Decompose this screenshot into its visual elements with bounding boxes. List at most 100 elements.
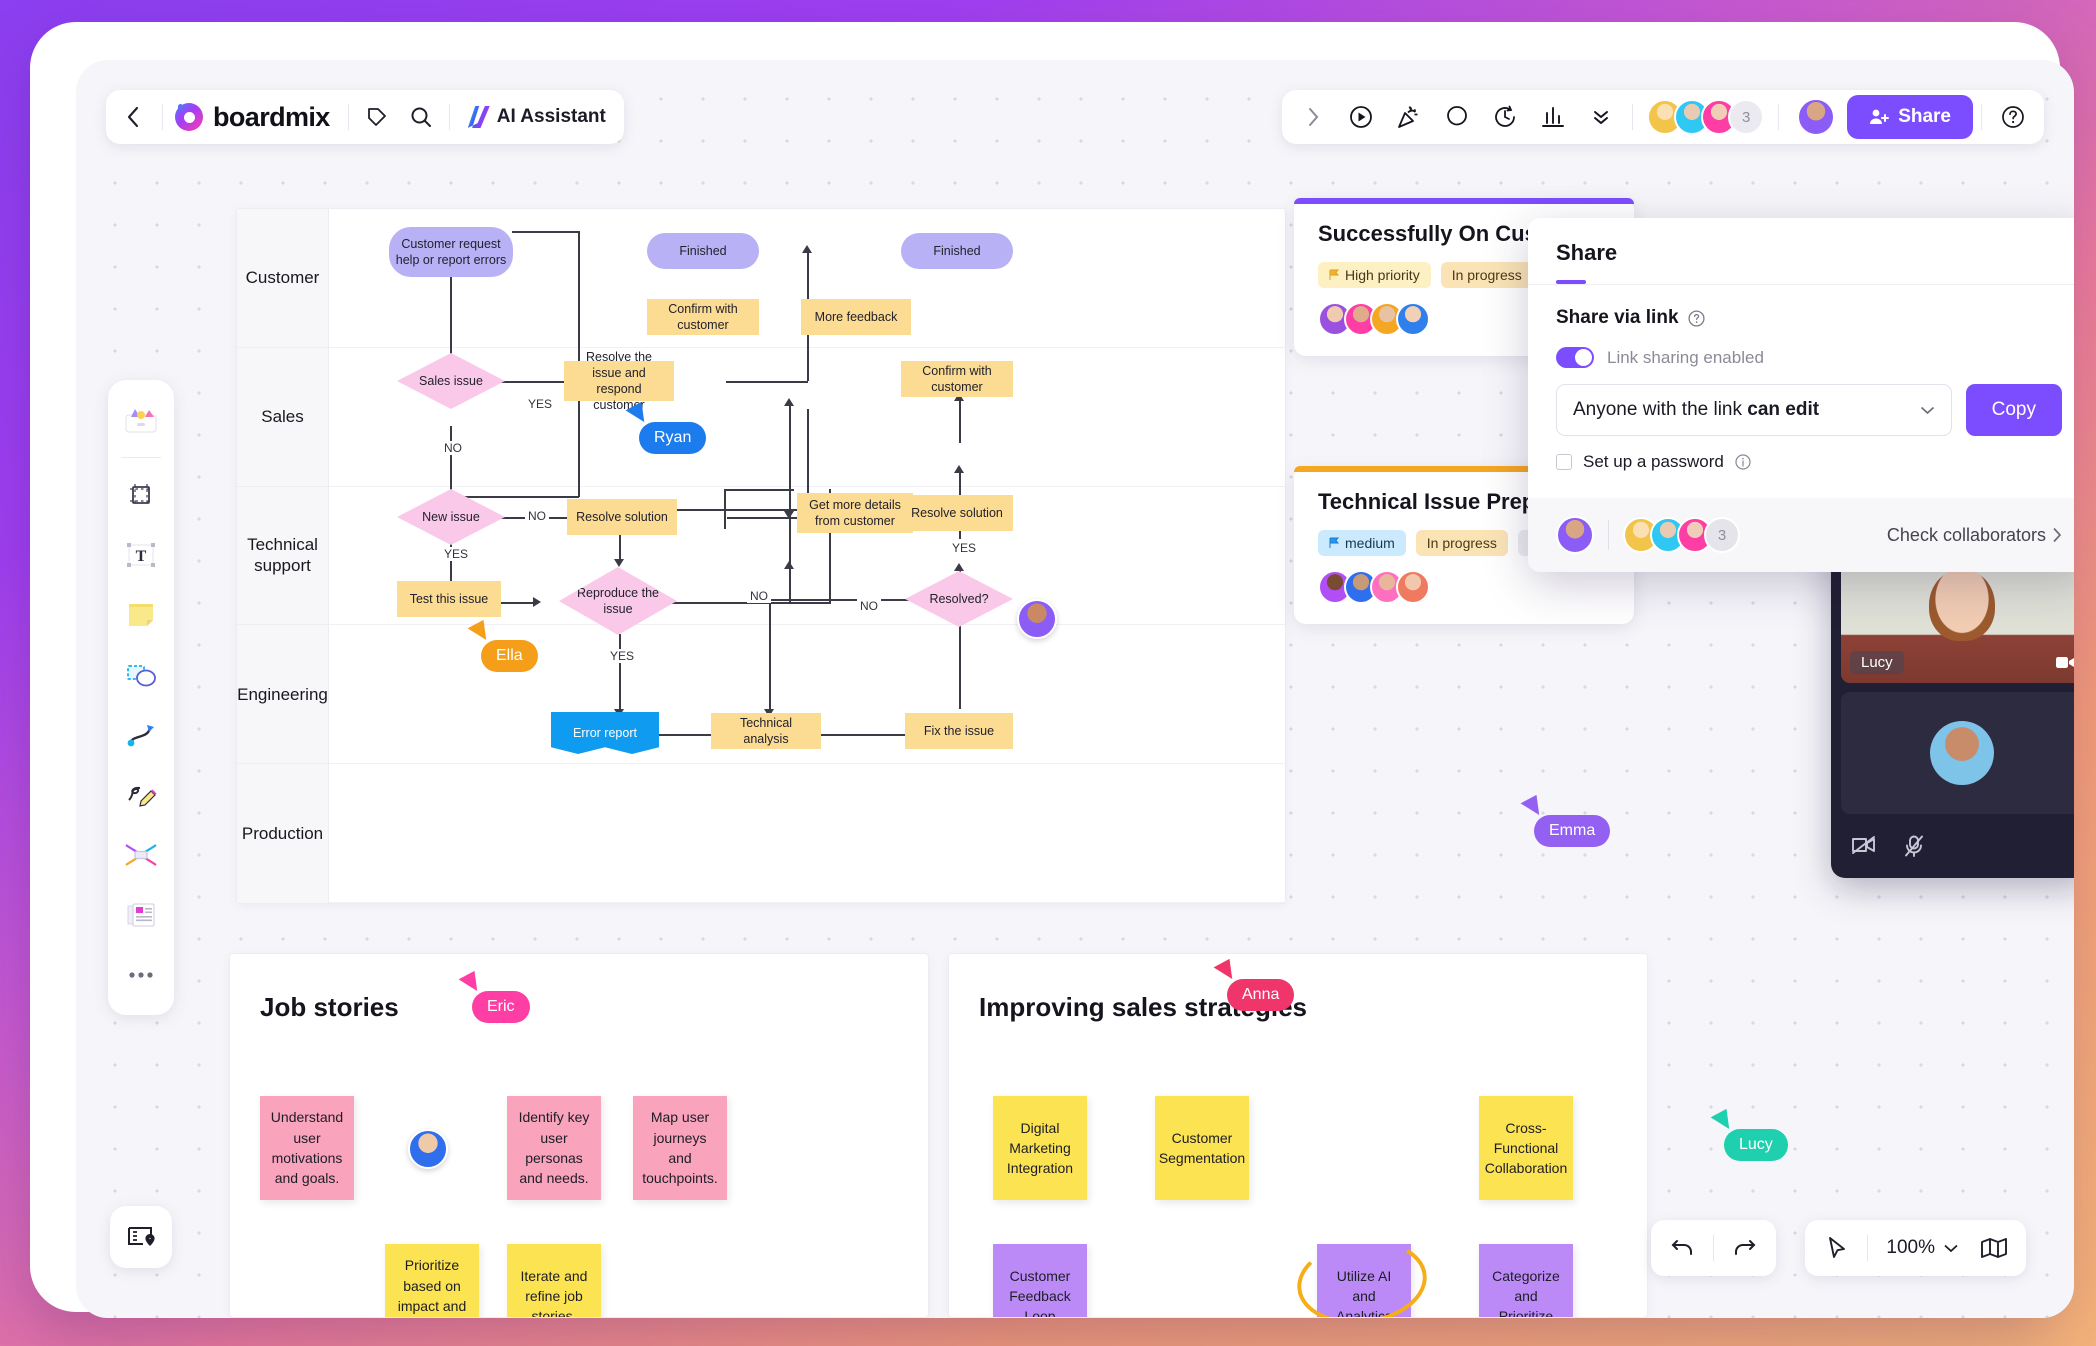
frame-improving-sales-strategies[interactable]: Improving sales strategies Digital Marke… bbox=[948, 953, 1648, 1318]
text-icon[interactable]: T bbox=[116, 527, 166, 583]
ai-assistant-button[interactable]: AI Assistant bbox=[456, 106, 618, 128]
more-icon[interactable] bbox=[116, 947, 166, 1003]
flow-node-technical-analysis[interactable]: Technical analysis bbox=[711, 713, 821, 749]
tool-rail[interactable]: T bbox=[108, 380, 174, 1015]
sticky-note-icon[interactable] bbox=[116, 587, 166, 643]
camera-off-icon[interactable] bbox=[1851, 835, 1877, 862]
share-footer-avatars: 3 bbox=[1556, 516, 1740, 554]
sticky-note[interactable]: Categorize and Prioritize bbox=[1479, 1244, 1573, 1317]
check-collaborators-link[interactable]: Check collaborators bbox=[1887, 525, 2062, 546]
zoom-controls[interactable]: 100% bbox=[1805, 1220, 2026, 1276]
templates-icon[interactable] bbox=[116, 392, 166, 448]
mindmap-icon[interactable] bbox=[116, 827, 166, 883]
cursor-label: Emma bbox=[1534, 815, 1611, 847]
mic-off-icon[interactable] bbox=[1903, 835, 1925, 862]
copy-link-button[interactable]: Copy bbox=[1965, 384, 2062, 436]
back-button[interactable] bbox=[112, 95, 156, 139]
status-chip[interactable]: In progress bbox=[1440, 261, 1533, 288]
share-link-row[interactable]: Anyone with the link can edit Copy bbox=[1556, 384, 2062, 436]
undo-redo-group[interactable] bbox=[1651, 1220, 1776, 1276]
connector-icon[interactable] bbox=[116, 707, 166, 763]
flow-node-more-feedback[interactable]: More feedback bbox=[801, 299, 911, 335]
zoom-level-selector[interactable]: 100% bbox=[1874, 1237, 1970, 1259]
avatar[interactable] bbox=[1556, 516, 1594, 554]
help-button[interactable] bbox=[1990, 95, 2036, 139]
camera-on-icon[interactable] bbox=[2056, 656, 2074, 674]
header-right-toolbar[interactable]: 3 Share bbox=[1282, 90, 2044, 144]
timer-button[interactable] bbox=[1482, 95, 1528, 139]
undo-icon[interactable] bbox=[1659, 1225, 1707, 1271]
link-sharing-label: Link sharing enabled bbox=[1607, 347, 1764, 367]
frame-locator-icon[interactable] bbox=[110, 1206, 172, 1268]
sticky-note[interactable]: Identify key user personas and needs. bbox=[507, 1096, 601, 1200]
status-chip[interactable]: In progress bbox=[1415, 529, 1508, 556]
question-circle-icon[interactable] bbox=[1687, 309, 1705, 327]
sticky-note[interactable]: Map user journeys and touchpoints. bbox=[633, 1096, 727, 1200]
frame-title: Job stories bbox=[260, 992, 399, 1022]
celebrate-button[interactable] bbox=[1386, 95, 1432, 139]
sticky-note[interactable]: Iterate and refine job stories. bbox=[507, 1244, 601, 1317]
link-sharing-toggle-row[interactable]: Link sharing enabled bbox=[1556, 347, 2062, 368]
avatar[interactable] bbox=[1797, 98, 1836, 136]
flow-node-test-this-issue[interactable]: Test this issue bbox=[397, 581, 501, 617]
flowchart-diagram-area[interactable]: Customer request help or report errors F… bbox=[329, 209, 1285, 903]
collaborator-avatars[interactable]: 3 bbox=[1641, 99, 1770, 135]
tag-button[interactable] bbox=[355, 95, 399, 139]
cursor-pointer-icon[interactable] bbox=[1813, 1225, 1861, 1271]
flow-node-resolve-solution-1[interactable]: Resolve solution bbox=[567, 499, 677, 535]
flow-node-resolve-respond[interactable]: Resolve the issue and respond customer bbox=[564, 350, 674, 412]
pen-icon[interactable] bbox=[116, 767, 166, 823]
swimlane-flowchart[interactable]: Customer Sales Technical support Enginee… bbox=[236, 208, 1286, 904]
link-sharing-toggle[interactable] bbox=[1556, 347, 1594, 368]
redo-icon[interactable] bbox=[1720, 1225, 1768, 1271]
video-call-controls[interactable] bbox=[1841, 823, 2074, 872]
flow-node-fix-the-issue[interactable]: Fix the issue bbox=[905, 713, 1013, 749]
present-icon bbox=[1350, 106, 1373, 128]
share-panel-body[interactable]: Share via link Link sharing enabled Anyo… bbox=[1528, 285, 2074, 498]
collaborator-cursor-eric: Eric bbox=[458, 970, 530, 1023]
share-button[interactable]: Share bbox=[1847, 95, 1973, 139]
flow-node-customer-request[interactable]: Customer request help or report errors bbox=[389, 227, 513, 277]
info-icon[interactable] bbox=[1735, 454, 1751, 470]
flow-node-confirm-customer-1[interactable]: Confirm with customer bbox=[647, 299, 759, 335]
collaborator-avatars[interactable]: 3 bbox=[1623, 517, 1740, 553]
expand-toolbar-button[interactable] bbox=[1290, 95, 1336, 139]
vote-chart-button[interactable] bbox=[1530, 95, 1576, 139]
collapse-button[interactable] bbox=[1578, 95, 1624, 139]
video-tile-camera-off[interactable] bbox=[1841, 692, 2074, 814]
priority-chip[interactable]: medium bbox=[1318, 529, 1406, 556]
header-left-toolbar[interactable]: boardmix AI Assistant bbox=[106, 90, 624, 144]
brand-logo[interactable]: boardmix bbox=[169, 102, 342, 133]
share-panel-footer[interactable]: 3 Check collaborators bbox=[1528, 498, 2074, 572]
permission-select[interactable]: Anyone with the link can edit bbox=[1556, 384, 1952, 436]
question-mark-icon bbox=[2002, 106, 2024, 128]
sticky-note[interactable]: Customer Feedback Loop bbox=[993, 1244, 1087, 1317]
avatar-overflow-count[interactable]: 3 bbox=[1704, 517, 1740, 553]
priority-chip[interactable]: High priority bbox=[1318, 261, 1431, 288]
flow-node-finished-2[interactable]: Finished bbox=[901, 233, 1013, 269]
flow-node-get-more-details[interactable]: Get more details from customer bbox=[797, 493, 913, 533]
search-button[interactable] bbox=[399, 95, 443, 139]
avatar-overflow-count[interactable]: 3 bbox=[1728, 99, 1765, 135]
set-password-checkbox[interactable] bbox=[1556, 454, 1572, 470]
sticky-note[interactable]: Cross-Functional Collaboration bbox=[1479, 1096, 1573, 1200]
sticky-note[interactable]: Prioritize based on impact and feasibili… bbox=[385, 1244, 479, 1317]
share-panel[interactable]: Share Share via link Link sharing enable… bbox=[1528, 218, 2074, 572]
frame-job-stories[interactable]: Job stories Understand user motivations … bbox=[229, 953, 929, 1318]
flow-node-confirm-customer-2[interactable]: Confirm with customer bbox=[901, 361, 1013, 397]
sticky-note[interactable]: Customer Segmentation bbox=[1155, 1096, 1249, 1200]
whiteboard-canvas[interactable]: Customer Sales Technical support Enginee… bbox=[76, 60, 2074, 1318]
minimap-icon[interactable] bbox=[1970, 1225, 2018, 1271]
shapes-icon[interactable] bbox=[116, 647, 166, 703]
frame-icon[interactable] bbox=[116, 467, 166, 523]
present-button[interactable] bbox=[1338, 95, 1384, 139]
document-icon[interactable] bbox=[116, 887, 166, 943]
flow-node-finished-1[interactable]: Finished bbox=[647, 233, 759, 269]
sticky-note[interactable]: Digital Marketing Integration bbox=[993, 1096, 1087, 1200]
current-user-avatar-wrap[interactable] bbox=[1787, 98, 1845, 136]
set-password-row[interactable]: Set up a password bbox=[1556, 452, 2062, 472]
flow-node-resolve-solution-2[interactable]: Resolve solution bbox=[901, 495, 1013, 531]
sticky-note[interactable]: Understand user motivations and goals. bbox=[260, 1096, 354, 1200]
comment-button[interactable] bbox=[1434, 95, 1480, 139]
video-tile-lucy[interactable]: Lucy bbox=[1841, 561, 2074, 683]
